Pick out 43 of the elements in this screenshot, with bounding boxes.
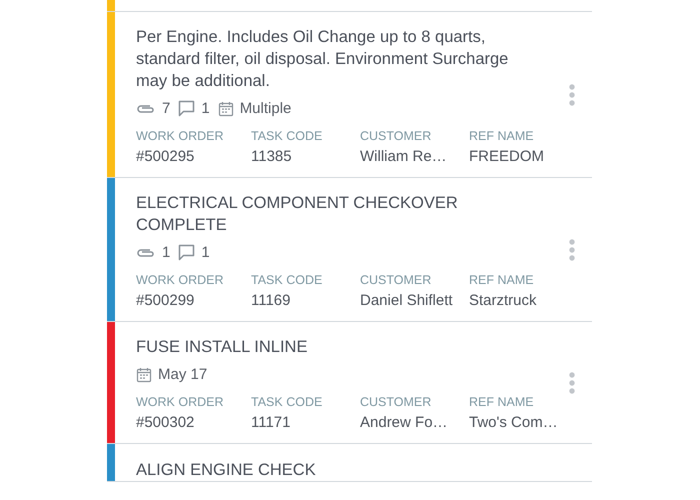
field-label: CUSTOMER bbox=[360, 395, 432, 409]
paperclip-icon bbox=[136, 102, 156, 114]
field-value: #500299 bbox=[136, 292, 196, 309]
paperclip-icon bbox=[136, 246, 156, 258]
field-value: Two's Com… bbox=[469, 414, 558, 431]
field-value: Daniel Shiflett bbox=[360, 292, 454, 309]
task-title[interactable]: ALIGN ENGINE CHECK bbox=[136, 459, 556, 481]
more-options-icon[interactable] bbox=[569, 84, 575, 106]
field-value: 11385 bbox=[251, 148, 293, 165]
field-label: TASK CODE bbox=[251, 273, 324, 287]
date-count: Multiple bbox=[240, 100, 292, 117]
task-title[interactable]: ELECTRICAL COMPONENT CHECKOVER COMPLETE bbox=[136, 192, 516, 236]
field-label: REF NAME bbox=[469, 395, 535, 409]
field-value: Starztruck bbox=[469, 292, 538, 309]
field-value: FREEDOM bbox=[469, 148, 545, 165]
field-value: #500295 bbox=[136, 148, 196, 165]
comment-icon bbox=[178, 100, 196, 117]
field-label: WORK ORDER bbox=[136, 129, 224, 143]
comments-count: 1 bbox=[201, 100, 210, 117]
task-title[interactable]: FUSE INSTALL INLINE bbox=[136, 336, 516, 358]
comment-icon bbox=[178, 244, 196, 261]
field-value: 11171 bbox=[251, 414, 292, 431]
field-label: WORK ORDER bbox=[136, 395, 224, 409]
comments-count: 1 bbox=[201, 244, 210, 261]
field-value: 11169 bbox=[251, 292, 292, 309]
date-count: May 17 bbox=[158, 366, 208, 383]
field-value: William Re… bbox=[360, 148, 448, 165]
field-label: CUSTOMER bbox=[360, 273, 432, 287]
field-value: Andrew Fo… bbox=[360, 414, 449, 431]
field-label: CUSTOMER bbox=[360, 129, 432, 143]
field-value: #500302 bbox=[136, 414, 196, 431]
attachments-count: 1 bbox=[162, 244, 170, 261]
calendar-icon bbox=[136, 366, 152, 382]
field-label: WORK ORDER bbox=[136, 273, 224, 287]
field-label: REF NAME bbox=[469, 129, 535, 143]
field-label: REF NAME bbox=[469, 273, 535, 287]
task-title[interactable]: Per Engine. Includes Oil Change up to 8 quarts, standard filter, oil disposal. Environment Surcharge may be additional. bbox=[136, 26, 516, 92]
calendar-icon bbox=[218, 100, 234, 116]
more-options-icon[interactable] bbox=[569, 238, 575, 260]
attachments-count: 7 bbox=[162, 100, 170, 117]
more-options-icon[interactable] bbox=[569, 372, 575, 394]
field-label: TASK CODE bbox=[251, 395, 324, 409]
field-label: TASK CODE bbox=[251, 129, 324, 143]
